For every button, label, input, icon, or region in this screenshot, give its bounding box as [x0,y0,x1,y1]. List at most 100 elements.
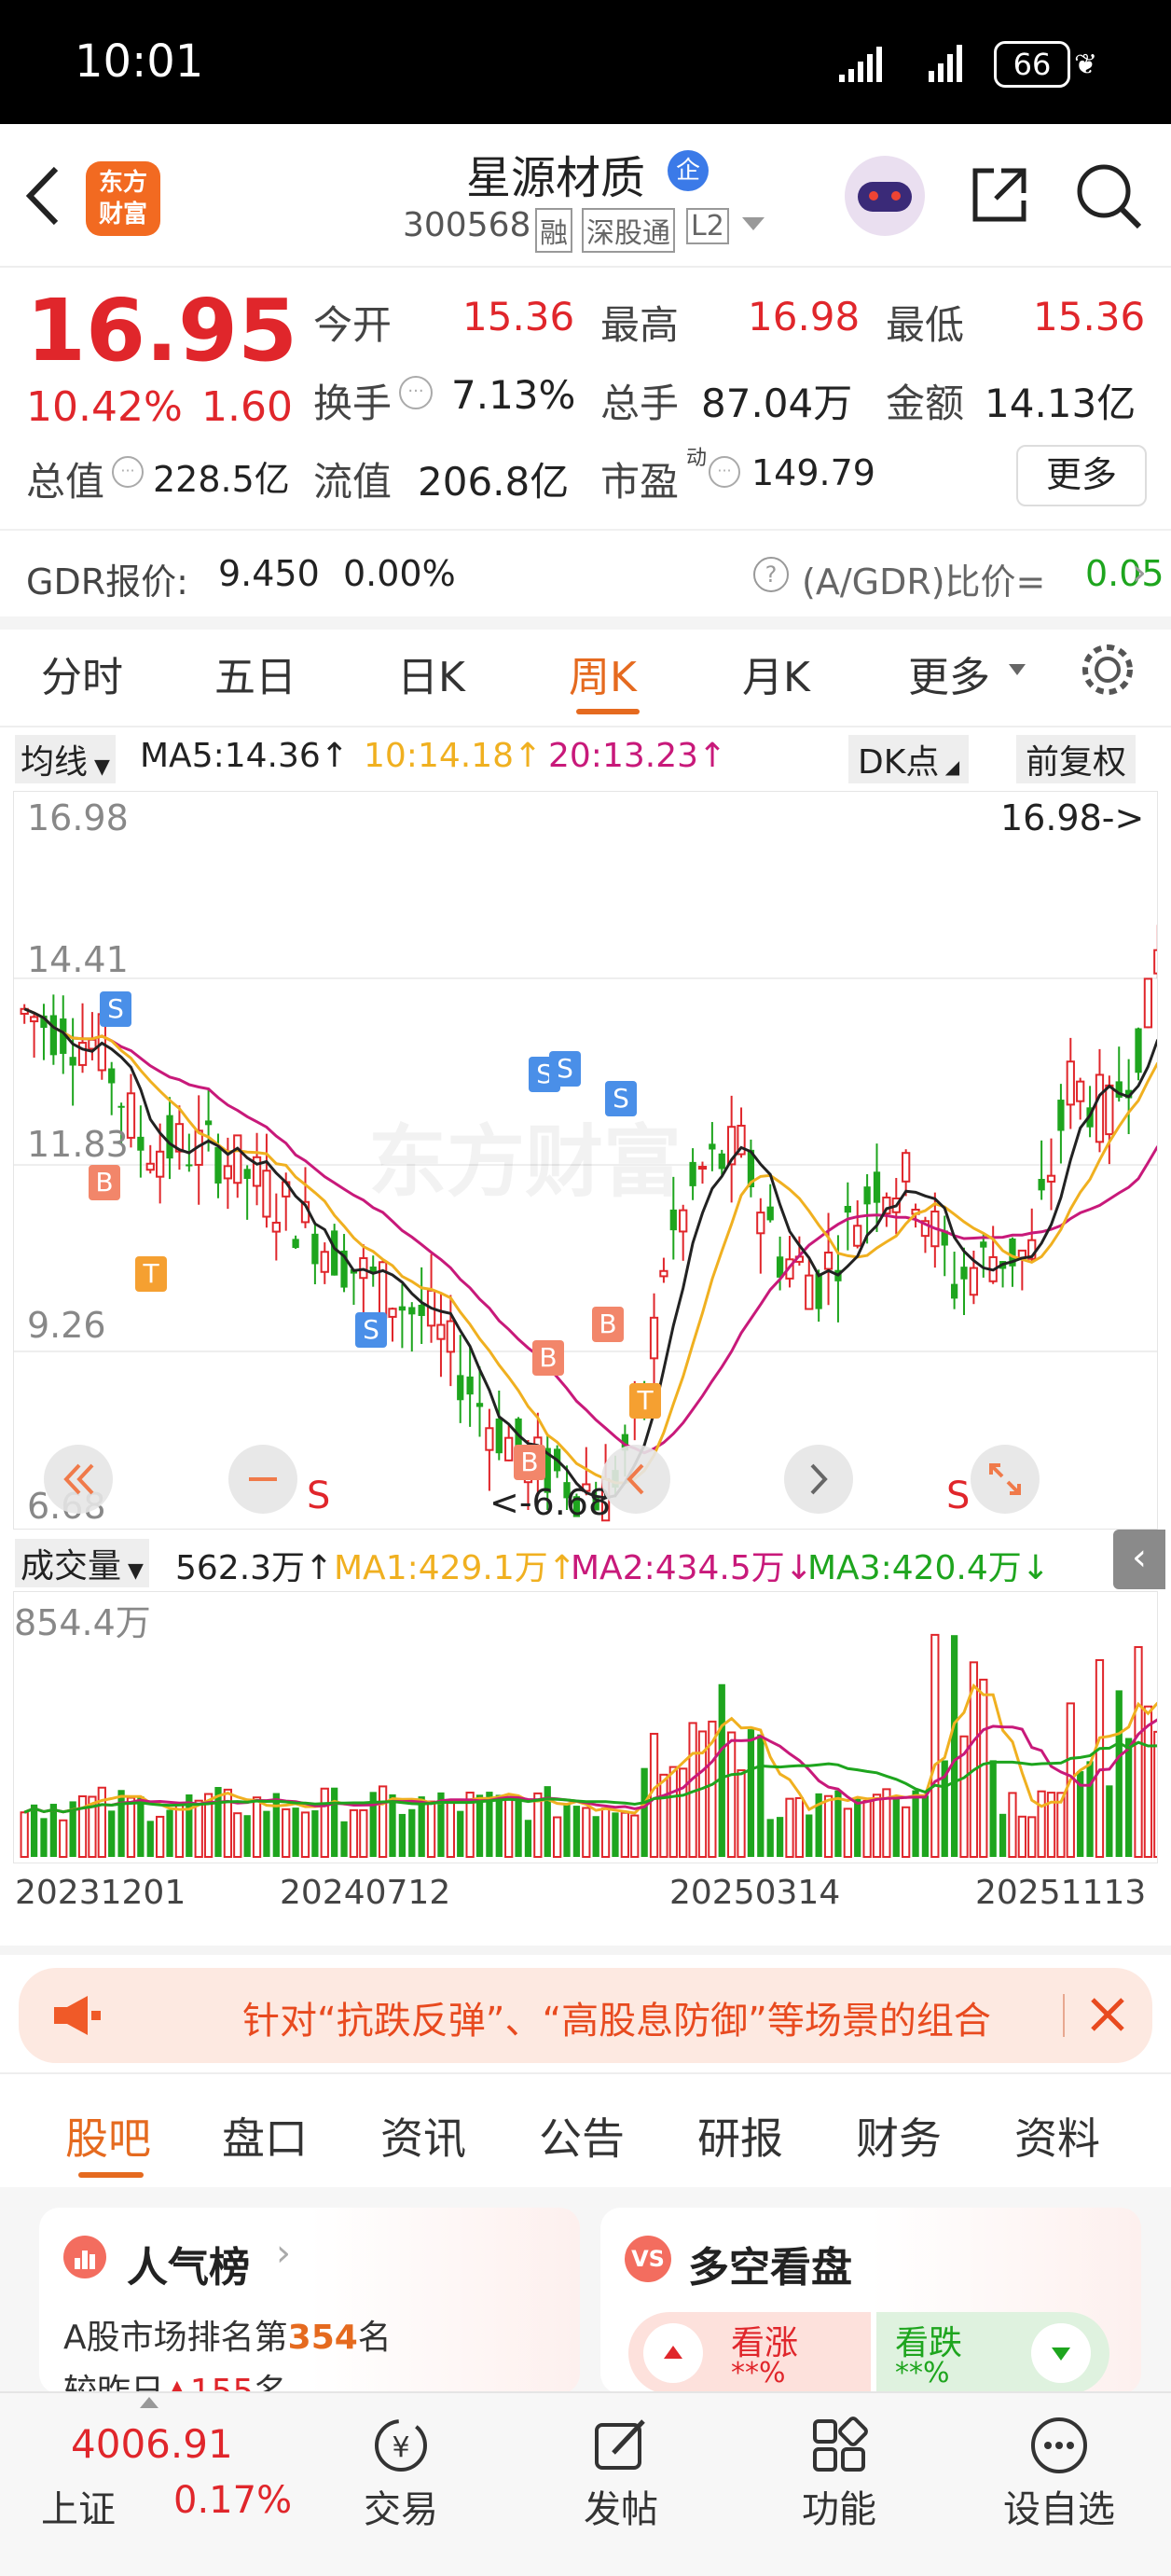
info-icon[interactable]: ··· [112,456,144,488]
volume-bar [776,1817,784,1857]
bullish-button[interactable]: 看涨 **% [628,2312,871,2394]
candle-body [88,1038,97,1050]
more-button[interactable]: 更多 [1016,445,1147,506]
tab-profile[interactable]: 资料 [1014,2105,1100,2167]
tab-research[interactable]: 研报 [697,2105,783,2167]
candle-body [262,1170,271,1218]
promo-banner[interactable]: 针对“抗跌反弹”、“高股息防御”等场景的组合 [19,1968,1152,2063]
nav-post[interactable]: 发帖 [556,2412,686,2533]
tab-announcements[interactable]: 公告 [539,2105,625,2167]
period-tabs: 分时 五日 日K 周K 月K 更多 [0,616,1171,727]
bearish-button[interactable]: 看跌 **% [876,2312,1109,2394]
scroll-right-button[interactable] [784,1445,853,1514]
gear-icon[interactable] [1078,640,1137,703]
volume-chart[interactable]: 854.4万 [13,1591,1163,1863]
candle-body [844,1205,851,1213]
help-icon[interactable]: ? [753,557,789,592]
kline-chart[interactable]: 16.98 14.41 11.83 9.26 6.68 16.98-> <-6.… [13,791,1163,1530]
close-icon[interactable] [1081,1988,1134,2044]
signal-take-profit: T [629,1383,661,1419]
candle-body [408,1307,416,1315]
gdr-row[interactable]: GDR报价: 9.450 0.00% ? (A/GDR)比价= 0.05 › [0,529,1171,630]
signal-sell: S [605,1081,637,1116]
yuan-cycle-icon: ¥ [375,2419,427,2472]
volume-bar [806,1814,813,1857]
volume-bar [349,1808,359,1858]
tab-finance[interactable]: 财务 [856,2105,942,2167]
volume-value: 87.04万 [701,381,853,426]
back-icon[interactable] [24,163,62,232]
candle-body [166,1115,173,1159]
low-marker: <-6.68 [489,1482,612,1523]
rank-suffix: 名 [357,2319,392,2357]
dk-select[interactable]: DK点 ◢ [848,735,970,783]
assistant-avatar-icon[interactable] [845,156,925,236]
volume-bar [166,1809,173,1857]
volume-bar [921,1795,930,1857]
volume-bar [950,1635,958,1857]
info-icon[interactable]: ··· [709,456,740,488]
mktcap-value: 228.5亿 [153,459,290,500]
nav-trade[interactable]: ¥ 交易 [336,2412,466,2533]
indicator-select[interactable]: 成交量 ▼ [15,1539,149,1587]
zoom-out-button[interactable] [228,1445,297,1514]
candle-body [697,1166,708,1170]
nav-add-watchlist[interactable]: 设自选 [994,2412,1124,2533]
candle-body [805,1274,814,1310]
index-name[interactable]: 上证 [41,2479,116,2533]
bull-bear-card[interactable]: VS 多空看盘 看涨 **% 看跌 **% [600,2208,1141,2394]
tab-forum[interactable]: 股吧 [65,2105,151,2167]
volume-bar [989,1760,997,1857]
tab-weekly-k[interactable]: 周K [569,644,637,703]
nav-trade-label: 交易 [364,2488,438,2531]
scroll-left-button[interactable] [601,1445,670,1514]
date-tick: 20251113 [975,1874,1147,1912]
volume-bar [1124,1738,1133,1857]
candle-body [1105,1084,1114,1136]
candle-body [649,1316,659,1360]
info-icon[interactable]: ··· [399,376,433,409]
battery-icon: 66 [994,41,1070,88]
nav-functions[interactable]: 功能 [774,2412,904,2533]
tab-five-day[interactable]: 五日 [214,644,296,703]
tab-daily-k[interactable]: 日K [397,644,465,703]
candle-body [436,1323,446,1340]
collapse-panel-icon[interactable]: ‹ [1113,1530,1165,1589]
volume-bar [1027,1816,1037,1859]
pe-value: 149.79 [751,452,875,493]
margin-tag: 融 [535,208,572,253]
bearish-pct: **% [895,2357,950,2389]
index-value[interactable]: 4006.91 [71,2421,233,2467]
rank-prefix: A股市场排名第 [63,2319,288,2357]
volume-bar [1037,1790,1046,1859]
tab-more[interactable]: 更多 [908,644,990,703]
candle-body [1057,1100,1065,1131]
ma-select[interactable]: 均线 ▼ [15,735,116,783]
volume-bar [233,1812,242,1858]
candle-body [960,1267,968,1280]
vs-icon: VS [625,2236,671,2282]
tab-monthly-k[interactable]: 月K [742,644,810,703]
tab-news[interactable]: 资讯 [380,2105,466,2167]
date-tick: 20250314 [669,1874,841,1912]
scroll-far-left-button[interactable] [44,1445,113,1514]
adjust-button[interactable]: 前复权 [1016,735,1137,783]
popularity-card[interactable]: 人气榜 › A股市场排名第354名 较昨日▲155名 [39,2208,580,2394]
mktcap-label: 总值 [26,459,105,505]
volume-bar [592,1816,599,1857]
vol-ma1: MA1:429.1万↑ [334,1549,576,1587]
volume-bar [1134,1646,1143,1858]
tab-orderbook[interactable]: 盘口 [222,2105,308,2167]
volume-bar [843,1807,852,1859]
index-change[interactable]: 0.17% [173,2479,292,2522]
signal-buy: B [592,1307,624,1342]
divider [0,1946,1171,1955]
share-icon[interactable] [966,161,1033,232]
fullscreen-button[interactable] [971,1445,1040,1514]
dropdown-icon[interactable] [742,217,765,230]
search-icon[interactable] [1074,161,1145,236]
candle-body [756,1212,765,1235]
ma5-value: MA5:14.36↑ [140,737,349,775]
tab-intraday[interactable]: 分时 [41,644,123,703]
volume-bar [108,1810,116,1857]
